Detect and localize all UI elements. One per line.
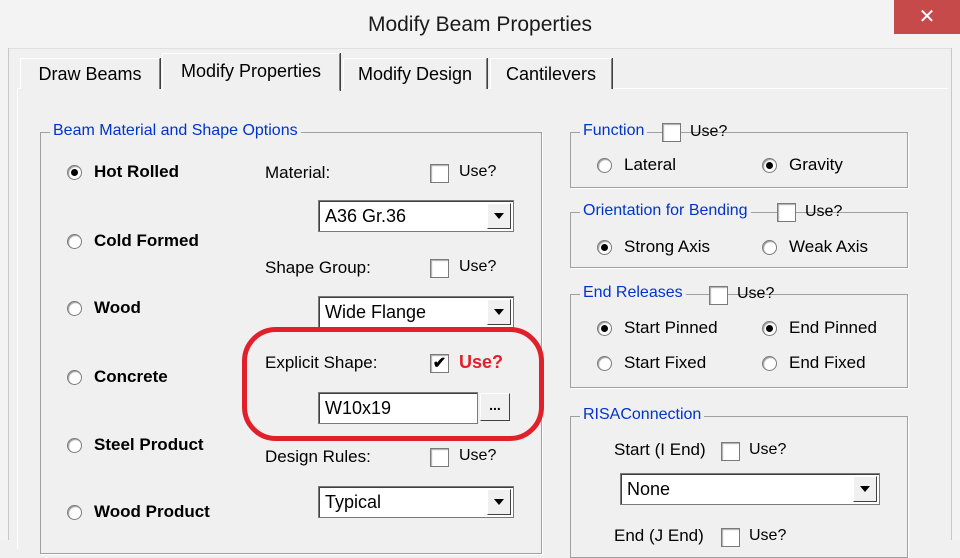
- radio-cold-formed[interactable]: [67, 234, 82, 249]
- risa-start-use-checkbox[interactable]: [721, 442, 740, 461]
- radio-end-fixed[interactable]: [762, 356, 777, 371]
- design-rules-use-label: Use?: [459, 447, 497, 464]
- chevron-down-icon[interactable]: [853, 476, 877, 502]
- design-rules-value: Typical: [325, 492, 382, 512]
- close-icon: ✕: [918, 6, 936, 28]
- design-rules-label: Design Rules:: [265, 447, 371, 466]
- radio-wood-label: Wood: [94, 298, 141, 317]
- radio-wood[interactable]: [67, 301, 82, 316]
- radio-steel-product-label: Steel Product: [94, 435, 204, 454]
- end-releases-group: [570, 294, 908, 388]
- shape-group-value: Wide Flange: [325, 302, 427, 322]
- risa-end-use-checkbox[interactable]: [721, 528, 740, 547]
- material-use-checkbox[interactable]: [430, 164, 449, 183]
- material-label: Material:: [265, 163, 331, 182]
- radio-wood-product-label: Wood Product: [94, 502, 210, 521]
- radio-start-pinned-label: Start Pinned: [624, 318, 718, 337]
- shape-group-label: Shape Group:: [265, 258, 371, 277]
- radio-weak-axis-label: Weak Axis: [789, 237, 869, 256]
- beam-material-legend: Beam Material and Shape Options: [50, 122, 301, 140]
- risa-connection-legend: RISAConnection: [580, 406, 705, 424]
- end-releases-legend: End Releases: [580, 284, 686, 302]
- radio-weak-axis[interactable]: [762, 240, 777, 255]
- close-button[interactable]: ✕: [894, 0, 960, 34]
- material-select[interactable]: A36 Gr.36: [318, 200, 514, 232]
- risa-start-value: None: [627, 479, 671, 499]
- radio-strong-axis[interactable]: [597, 240, 612, 255]
- material-value: A36 Gr.36: [325, 206, 407, 226]
- radio-steel-product[interactable]: [67, 438, 82, 453]
- orientation-use-checkbox[interactable]: [777, 203, 796, 222]
- chevron-down-icon[interactable]: [487, 203, 511, 229]
- risa-end-label: End (J End): [614, 526, 704, 545]
- radio-end-fixed-label: End Fixed: [789, 353, 866, 372]
- tab-modify-properties[interactable]: Modify Properties: [162, 53, 340, 91]
- radio-wood-product[interactable]: [67, 505, 82, 520]
- window-frame-left: [0, 48, 9, 540]
- explicit-shape-highlight: [242, 327, 544, 441]
- tab-cantilevers[interactable]: Cantilevers: [490, 58, 612, 89]
- risa-start-label: Start (I End): [614, 440, 706, 459]
- window-title: Modify Beam Properties: [367, 13, 593, 36]
- function-use-checkbox[interactable]: [662, 123, 681, 142]
- radio-gravity[interactable]: [762, 158, 777, 173]
- radio-cold-formed-label: Cold Formed: [94, 231, 199, 250]
- radio-concrete[interactable]: [67, 370, 82, 385]
- tab-modify-design[interactable]: Modify Design: [343, 58, 487, 89]
- risa-end-use-label: Use?: [749, 527, 787, 544]
- chevron-down-icon[interactable]: [487, 299, 511, 325]
- risa-start-use-label: Use?: [749, 441, 787, 458]
- orientation-legend: Orientation for Bending: [580, 202, 751, 220]
- end-releases-use-label: Use?: [737, 285, 775, 302]
- radio-start-pinned[interactable]: [597, 321, 612, 336]
- design-rules-select[interactable]: Typical: [318, 486, 514, 518]
- window-frame-right: [951, 48, 960, 540]
- radio-start-fixed[interactable]: [597, 356, 612, 371]
- shape-group-select[interactable]: Wide Flange: [318, 296, 514, 328]
- radio-end-pinned-label: End Pinned: [789, 318, 877, 337]
- radio-end-pinned[interactable]: [762, 321, 777, 336]
- design-rules-use-checkbox[interactable]: [430, 448, 449, 467]
- radio-concrete-label: Concrete: [94, 367, 168, 386]
- function-use-label: Use?: [690, 123, 728, 140]
- tab-draw-beams[interactable]: Draw Beams: [20, 58, 160, 89]
- risa-start-select[interactable]: None: [620, 473, 880, 505]
- radio-hot-rolled[interactable]: [67, 165, 82, 180]
- radio-lateral-label: Lateral: [624, 155, 676, 174]
- function-legend: Function: [580, 122, 648, 140]
- orientation-use-label: Use?: [805, 203, 843, 220]
- material-use-label: Use?: [459, 163, 497, 180]
- radio-hot-rolled-label: Hot Rolled: [94, 162, 179, 181]
- end-releases-use-checkbox[interactable]: [709, 286, 728, 305]
- shape-group-use-label: Use?: [459, 258, 497, 275]
- radio-lateral[interactable]: [597, 158, 612, 173]
- radio-start-fixed-label: Start Fixed: [624, 353, 707, 372]
- radio-strong-axis-label: Strong Axis: [624, 237, 710, 256]
- chevron-down-icon[interactable]: [487, 489, 511, 515]
- function-group: [570, 132, 908, 188]
- radio-gravity-label: Gravity: [789, 155, 843, 174]
- shape-group-use-checkbox[interactable]: [430, 259, 449, 278]
